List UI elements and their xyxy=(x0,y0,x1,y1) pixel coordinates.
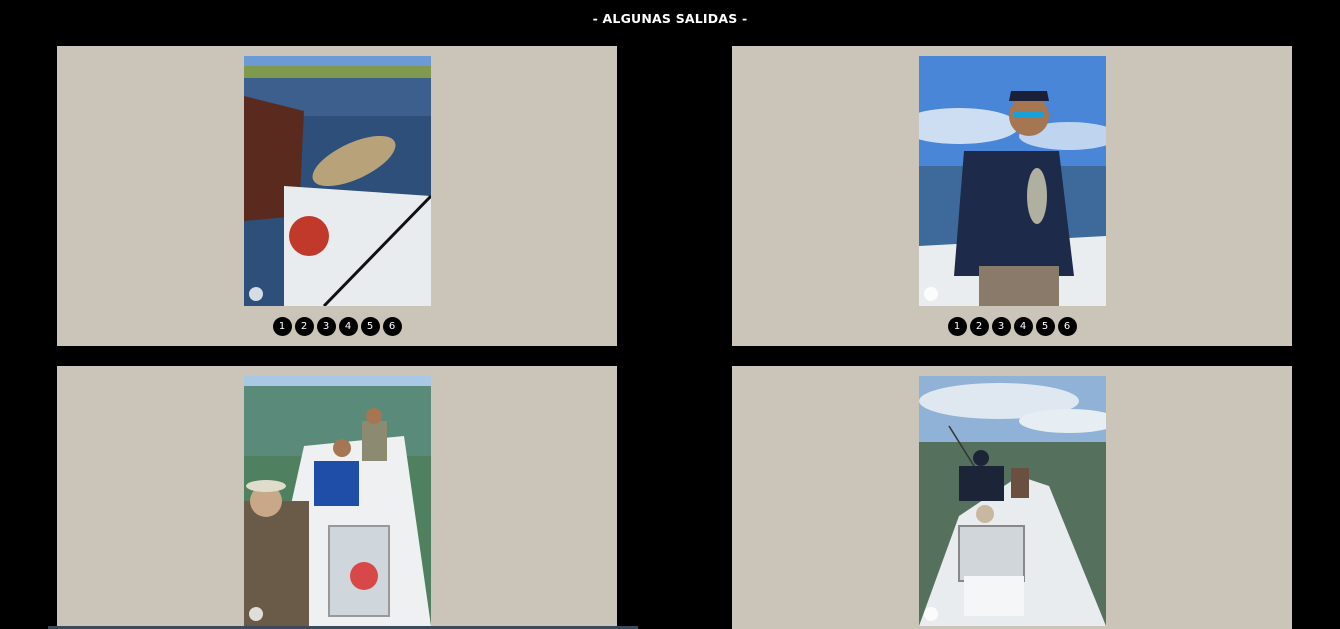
gallery-card-1: 1 2 3 4 5 6 xyxy=(57,46,617,346)
pager-1: 1 2 3 4 5 6 xyxy=(57,317,617,336)
gallery-photo-1[interactable] xyxy=(244,56,431,306)
page-dot-6[interactable]: 6 xyxy=(1057,317,1077,336)
page-dot-6[interactable]: 6 xyxy=(382,317,402,336)
page-dot-5[interactable]: 5 xyxy=(360,317,380,336)
page-dot-5[interactable]: 5 xyxy=(1035,317,1055,336)
gallery-photo-4[interactable] xyxy=(919,376,1106,626)
page-dot-1[interactable]: 1 xyxy=(272,317,292,336)
page-dot-2[interactable]: 2 xyxy=(969,317,989,336)
gallery-photo-2[interactable] xyxy=(919,56,1106,306)
pager-2: 1 2 3 4 5 6 xyxy=(732,317,1292,336)
page-dot-1[interactable]: 1 xyxy=(947,317,967,336)
page: - ALGUNAS SALIDAS - 1 2 3 4 5 6 1 2 3 4 … xyxy=(0,0,1340,629)
page-dot-3[interactable]: 3 xyxy=(991,317,1011,336)
gallery-card-3 xyxy=(57,366,617,629)
page-dot-3[interactable]: 3 xyxy=(316,317,336,336)
gallery-photo-3[interactable] xyxy=(244,376,431,626)
gallery-card-2: 1 2 3 4 5 6 xyxy=(732,46,1292,346)
page-dot-4[interactable]: 4 xyxy=(338,317,358,336)
gallery-card-4 xyxy=(732,366,1292,629)
page-dot-4[interactable]: 4 xyxy=(1013,317,1033,336)
section-title: - ALGUNAS SALIDAS - xyxy=(592,11,748,26)
page-dot-2[interactable]: 2 xyxy=(294,317,314,336)
